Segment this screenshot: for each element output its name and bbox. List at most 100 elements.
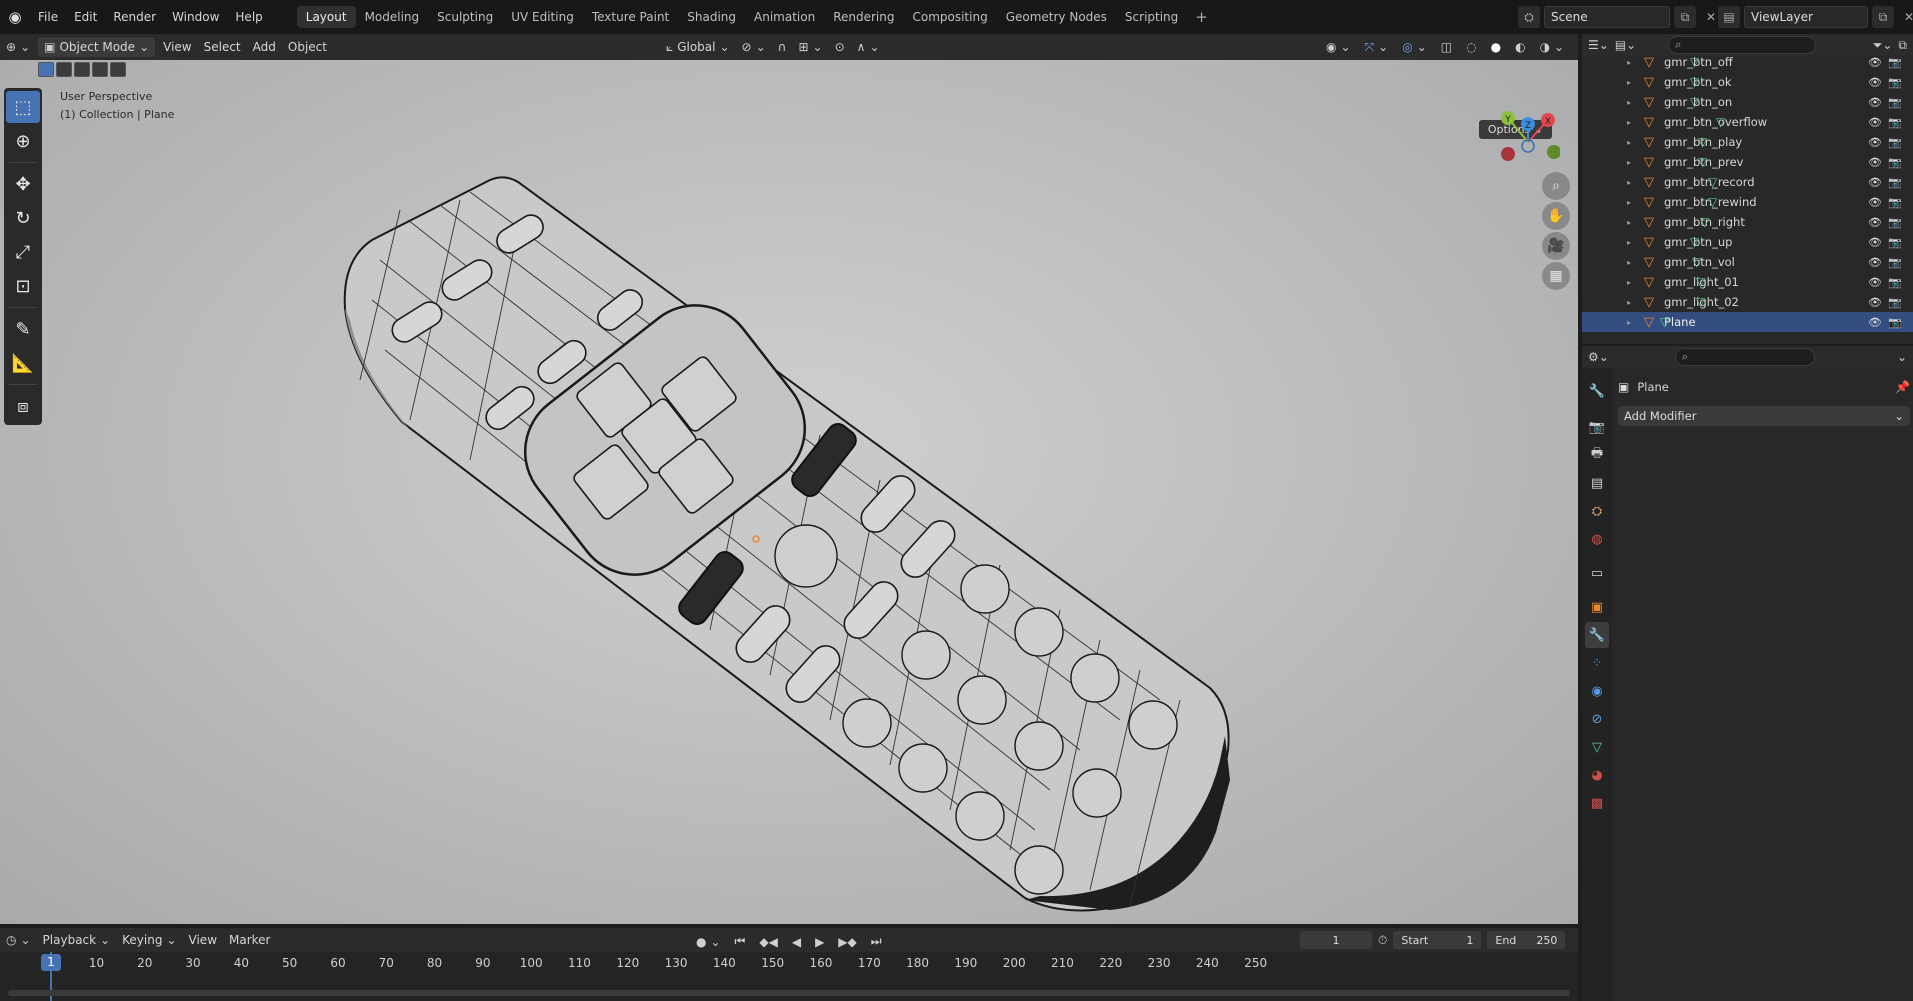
zoom-icon[interactable]: ⌕ bbox=[1542, 172, 1570, 200]
eye-icon[interactable]: 👁 bbox=[1868, 316, 1882, 329]
eye-icon[interactable]: 👁 bbox=[1868, 296, 1882, 309]
tab-geometry-nodes[interactable]: Geometry Nodes bbox=[997, 6, 1116, 28]
select-box-tool-icon[interactable]: ⬚ bbox=[6, 91, 40, 123]
rotate-tool-icon[interactable]: ↻ bbox=[6, 202, 40, 234]
scene-tab-icon[interactable]: ⛭ bbox=[1585, 498, 1609, 524]
collection-tab-icon[interactable]: ▭ bbox=[1585, 560, 1609, 586]
mesh-data-icon[interactable]: ▽ bbox=[1690, 235, 1699, 249]
timeline-area[interactable]: 10 20 30 40 50 60 70 80 90 100 110 120 130 140 150 160 1… bbox=[0, 952, 1578, 1001]
eye-icon[interactable]: 👁 bbox=[1868, 216, 1882, 229]
jump-end-button[interactable]: ⏭ bbox=[865, 931, 888, 952]
mode-select[interactable]: ▣ Object Mode ⌄ bbox=[38, 37, 156, 57]
camera-icon[interactable]: 📷 bbox=[1888, 316, 1902, 329]
outliner-editor-icon[interactable]: ☰⌄ bbox=[1588, 38, 1609, 52]
jump-keyframe-prev-button[interactable]: ◆◀ bbox=[753, 932, 783, 952]
expand-arrow-icon[interactable]: ▸ bbox=[1627, 158, 1631, 167]
start-frame-field[interactable]: Start 1 bbox=[1393, 931, 1482, 949]
measure-tool-icon[interactable]: 📐 bbox=[6, 347, 40, 379]
camera-icon[interactable]: 📷 bbox=[1888, 256, 1902, 269]
tool-tab-icon[interactable]: 🔧 bbox=[1585, 378, 1609, 404]
camera-icon[interactable]: 📷 bbox=[1888, 116, 1902, 129]
new-view-layer-icon[interactable]: ⧉ bbox=[1872, 6, 1894, 28]
scene-field[interactable]: Scene bbox=[1544, 6, 1670, 28]
outliner-row[interactable]: ▸ ▽ gmr_light_02 ▽ 👁 📷 bbox=[1582, 292, 1913, 312]
eye-icon[interactable]: 👁 bbox=[1868, 96, 1882, 109]
world-tab-icon[interactable]: ◍ bbox=[1585, 526, 1609, 552]
gizmo-toggle[interactable]: ⤧ ⌄ bbox=[1359, 37, 1395, 58]
new-collection-icon[interactable]: ⧉ bbox=[1898, 38, 1907, 53]
outliner-row[interactable]: ▸ ▽ gmr_btn_off ▽ 👁 📷 bbox=[1582, 52, 1913, 72]
menu-file[interactable]: File bbox=[30, 6, 66, 28]
timeline-editor-type-button[interactable]: ◷ ⌄ bbox=[0, 930, 37, 950]
add-modifier-button[interactable]: Add Modifier ⌄ bbox=[1618, 406, 1910, 426]
proportional-edit-toggle[interactable]: ⊙ bbox=[829, 37, 851, 57]
annotate-tool-icon[interactable]: ✎ bbox=[6, 313, 40, 345]
view-layer-tab-icon[interactable]: ▤ bbox=[1585, 470, 1609, 496]
add-cube-tool-icon[interactable]: ⧈ bbox=[6, 390, 40, 422]
timeline-menu-view[interactable]: View bbox=[183, 930, 223, 950]
mesh-data-icon[interactable]: ▽ bbox=[1708, 195, 1717, 209]
3d-viewport[interactable]: ⬚ ⊕ ✥ ↻ ⤢ ⊡ ✎ 📐 ⧈ User Perspective (1) C… bbox=[0, 60, 1578, 924]
menu-window[interactable]: Window bbox=[164, 6, 227, 28]
mesh-data-icon[interactable]: ▽ bbox=[1696, 275, 1705, 289]
object-tab-icon[interactable]: ▣ bbox=[1585, 594, 1609, 620]
select-difference-icon[interactable] bbox=[92, 62, 108, 77]
expand-arrow-icon[interactable]: ▸ bbox=[1627, 238, 1631, 247]
mesh-data-tab-icon[interactable]: ▽ bbox=[1585, 734, 1609, 760]
outliner-row[interactable]: ▸ ▽ gmr_btn_on ▽ 👁 📷 bbox=[1582, 92, 1913, 112]
expand-arrow-icon[interactable]: ▸ bbox=[1627, 258, 1631, 267]
mesh-data-icon[interactable]: ▽ bbox=[1700, 215, 1709, 229]
expand-arrow-icon[interactable]: ▸ bbox=[1627, 78, 1631, 87]
eye-icon[interactable]: 👁 bbox=[1868, 136, 1882, 149]
menu-add[interactable]: Add bbox=[247, 37, 282, 57]
expand-arrow-icon[interactable]: ▸ bbox=[1627, 218, 1631, 227]
menu-view[interactable]: View bbox=[157, 37, 197, 57]
tab-texture-paint[interactable]: Texture Paint bbox=[583, 6, 678, 28]
transform-orientation-select[interactable]: ⟀ Global ⌄ bbox=[660, 37, 736, 58]
camera-icon[interactable]: 📷 bbox=[1888, 276, 1902, 289]
camera-icon[interactable]: 📷 bbox=[1888, 136, 1902, 149]
expand-arrow-icon[interactable]: ▸ bbox=[1627, 178, 1631, 187]
move-tool-icon[interactable]: ✥ bbox=[6, 168, 40, 200]
navigation-gizmo[interactable]: X Y Z bbox=[1490, 96, 1560, 166]
outliner-row[interactable]: ▸ ▽ gmr_btn_prev ▽ 👁 📷 bbox=[1582, 152, 1913, 172]
pan-hand-icon[interactable]: ✋ bbox=[1542, 202, 1570, 230]
select-new-icon[interactable] bbox=[38, 62, 54, 77]
constraints-tab-icon[interactable]: ⊘ bbox=[1585, 706, 1609, 732]
falloff-button[interactable]: ∧ ⌄ bbox=[851, 37, 886, 57]
play-reverse-button[interactable]: ◀ bbox=[786, 932, 807, 952]
snap-target-button[interactable]: ⊞ ⌄ bbox=[792, 37, 828, 57]
output-tab-icon[interactable]: 🖶 bbox=[1585, 442, 1609, 468]
frame-ruler[interactable]: 10 20 30 40 50 60 70 80 90 100 110 120 130 140 150 160 1… bbox=[0, 952, 1578, 974]
select-extend-icon[interactable] bbox=[56, 62, 72, 77]
material-shading-button[interactable]: ◐ bbox=[1509, 37, 1531, 57]
eye-icon[interactable]: 👁 bbox=[1868, 256, 1882, 269]
mesh-data-icon[interactable]: ▽ bbox=[1690, 55, 1699, 69]
auto-keying-toggle[interactable]: ● ⌄ bbox=[690, 932, 727, 952]
properties-search-input[interactable]: ⌕ bbox=[1674, 348, 1815, 366]
expand-arrow-icon[interactable]: ▸ bbox=[1627, 278, 1631, 287]
eye-icon[interactable]: 👁 bbox=[1868, 56, 1882, 69]
camera-icon[interactable]: 📷 bbox=[1888, 76, 1902, 89]
mesh-data-icon[interactable]: ▽ bbox=[1690, 95, 1699, 109]
outliner-row[interactable]: ▸ ▽ gmr_btn_right ▽ 👁 📷 bbox=[1582, 212, 1913, 232]
view-layer-icon[interactable]: ▤ bbox=[1718, 6, 1740, 28]
transform-tool-icon[interactable]: ⊡ bbox=[6, 270, 40, 302]
ortho-grid-icon[interactable]: ▦ bbox=[1542, 262, 1570, 290]
stopwatch-icon[interactable]: ⏱ bbox=[1378, 933, 1387, 948]
camera-icon[interactable]: 📷 bbox=[1888, 236, 1902, 249]
blender-logo-icon[interactable]: ◉ bbox=[4, 6, 26, 28]
menu-render[interactable]: Render bbox=[105, 6, 164, 28]
view-layer-field[interactable]: ViewLayer bbox=[1744, 6, 1868, 28]
material-tab-icon[interactable]: ◕ bbox=[1585, 762, 1609, 788]
menu-select[interactable]: Select bbox=[198, 37, 247, 57]
mesh-data-icon[interactable]: ▽ bbox=[1696, 295, 1705, 309]
wireframe-shading-button[interactable]: ◌ bbox=[1460, 37, 1482, 57]
remote-control-mesh[interactable] bbox=[0, 60, 1578, 924]
timeline-scrollbar[interactable] bbox=[8, 990, 1570, 996]
tab-shading[interactable]: Shading bbox=[678, 6, 745, 28]
outliner-row[interactable]: ▸ ▽ gmr_btn_record ▽ 👁 📷 bbox=[1582, 172, 1913, 192]
camera-icon[interactable]: 📷 bbox=[1888, 296, 1902, 309]
snap-toggle[interactable]: ∩ bbox=[772, 37, 793, 57]
expand-arrow-icon[interactable]: ▸ bbox=[1627, 118, 1631, 127]
